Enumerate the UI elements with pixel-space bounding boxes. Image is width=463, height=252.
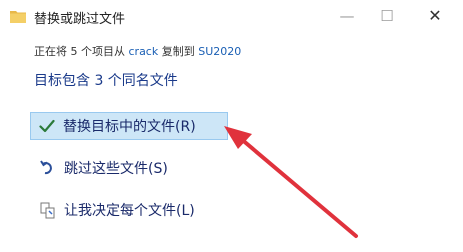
skip-files-option[interactable]: 跳过这些文件(S): [38, 154, 168, 182]
window-title: 替换或跳过文件: [34, 12, 126, 27]
close-icon: ✕: [428, 6, 442, 25]
replace-files-label: 替换目标中的文件(R): [63, 119, 196, 135]
close-button[interactable]: ✕: [418, 4, 452, 28]
copy-status-text: 正在将 5 个项目从 crack 复制到 SU2020: [34, 43, 241, 59]
source-folder-link[interactable]: crack: [129, 45, 159, 58]
maximize-button[interactable]: ☐: [370, 4, 404, 28]
maximize-icon: ☐: [380, 6, 394, 25]
destination-folder-link[interactable]: SU2020: [198, 45, 241, 58]
decide-each-file-label: 让我决定每个文件(L): [64, 203, 195, 219]
replace-files-option[interactable]: 替换目标中的文件(R): [30, 112, 228, 140]
skip-files-label: 跳过这些文件(S): [64, 161, 168, 177]
decide-each-file-option[interactable]: 让我决定每个文件(L): [38, 196, 195, 224]
title-bar: 替换或跳过文件 — ☐ ✕: [0, 0, 463, 34]
status-prefix: 正在将 5 个项目从: [34, 45, 129, 58]
checkmark-icon: [37, 116, 57, 136]
minimize-icon: —: [339, 6, 355, 25]
folder-icon: [10, 11, 26, 23]
skip-arrow-icon: [38, 158, 58, 178]
status-middle: 复制到: [158, 45, 199, 58]
decide-files-icon: [38, 200, 58, 220]
conflict-heading: 目标包含 3 个同名文件: [34, 73, 178, 89]
minimize-button[interactable]: —: [330, 4, 364, 28]
